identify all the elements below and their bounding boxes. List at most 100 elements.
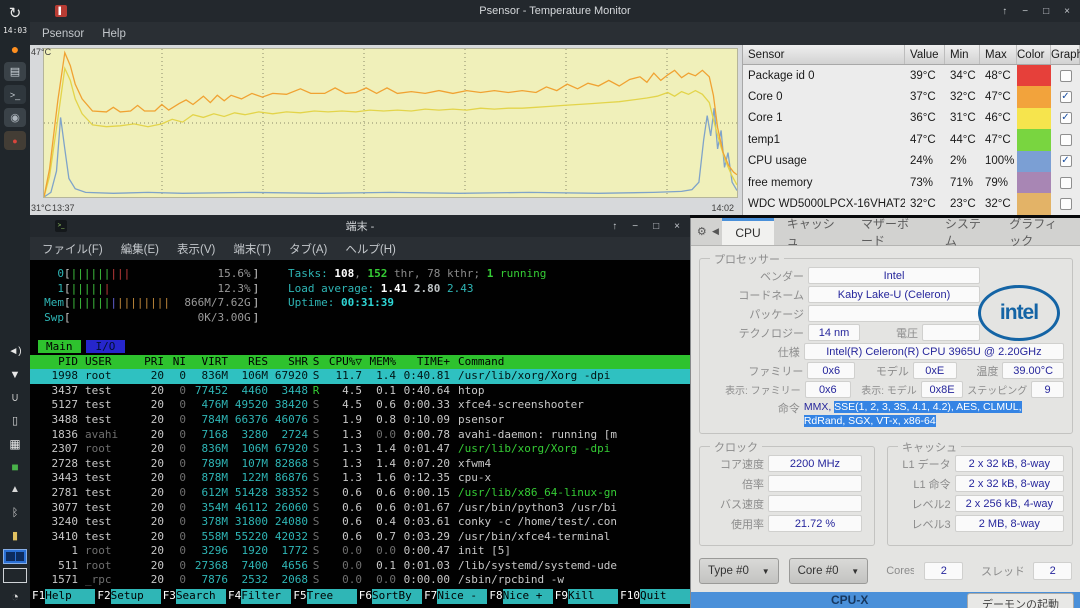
screenshot-icon[interactable]: ◉ [4, 108, 26, 127]
column-header-res[interactable]: RES [228, 355, 268, 370]
column-header-value[interactable]: Value [905, 45, 945, 64]
htop-display[interactable]: 0[|||||||||15.6%]1[||||||12.3%]Mem[|||||… [30, 261, 690, 608]
battery-icon[interactable]: ▮ [4, 526, 26, 545]
column-header-user[interactable]: USER [78, 355, 140, 370]
process-row[interactable]: 1571_rpc200787625322068S0.00.00:00.00/sb… [30, 573, 690, 588]
table-row[interactable]: Core 037°C32°C47°C✓ [743, 86, 1080, 107]
column-header-s[interactable]: S [308, 355, 324, 370]
table-row[interactable]: CPU usage24%2%100%✓ [743, 151, 1080, 172]
fkey-tree[interactable]: F5 [291, 589, 306, 604]
fkey-sortby[interactable]: F6 [357, 589, 372, 604]
table-row[interactable]: WDC WD5000LPCX-16VHAT232°C23°C32°C [743, 193, 1080, 214]
thermometer-icon[interactable]: ▯ [4, 411, 26, 430]
graph-checkbox[interactable]: ✓ [1060, 112, 1072, 124]
tab-main[interactable]: Main [38, 340, 81, 353]
minimize-button[interactable]: − [1022, 6, 1028, 17]
fkey-filter[interactable]: F4 [226, 589, 241, 604]
fkey-search[interactable]: F3 [161, 589, 176, 604]
tab-グラフィック[interactable]: グラフィック [996, 218, 1080, 245]
logout-icon[interactable]: ↻ [4, 3, 26, 22]
process-row[interactable]: 1836avahi200716832802724S1.30.00:00.78av… [30, 428, 690, 443]
process-row[interactable]: 3437test2007745244603448R4.50.10:40.64ht… [30, 384, 690, 399]
core-select[interactable]: Core #0▼ [789, 558, 869, 584]
terminal-launcher-icon[interactable]: >_ [4, 85, 26, 104]
process-row[interactable]: 3443test200878M122M86876S1.31.60:12.35cp… [30, 471, 690, 486]
column-header-command[interactable]: Command [450, 355, 690, 370]
terminal-menu-item-5[interactable]: ヘルプ(H) [345, 241, 395, 257]
graph-checkbox[interactable]: ✓ [1060, 91, 1072, 103]
fkey-label[interactable]: Tree [307, 589, 357, 604]
fkey-label[interactable]: Setup [111, 589, 161, 604]
term-shade-button[interactable]: ↑ [612, 221, 617, 232]
fkey-setup[interactable]: F2 [95, 589, 110, 604]
process-row[interactable]: 5127test200476M4952038420S4.50.60:00.33x… [30, 398, 690, 413]
graph-checkbox[interactable] [1060, 177, 1072, 189]
psensor-titlebar[interactable]: ▌ Psensor - Temperature Monitor ↑ − □ × [30, 0, 1080, 22]
column-header-ni[interactable]: NI [164, 355, 186, 370]
graph-checkbox[interactable] [1060, 134, 1072, 146]
back-icon[interactable]: ◀ [709, 218, 723, 245]
tab-システム[interactable]: システム [932, 218, 996, 245]
keyboard-icon[interactable]: ▦ [4, 434, 26, 453]
graph-checkbox[interactable]: ✓ [1060, 155, 1072, 167]
column-header-graph[interactable]: Graph [1051, 45, 1080, 64]
fkey-label[interactable]: SortBy [372, 589, 422, 604]
process-row[interactable]: 2728test200789M107M82868S1.31.40:07.20xf… [30, 457, 690, 472]
column-header-mem[interactable]: MEM% [362, 355, 396, 370]
process-row[interactable]: 3077test200354M4611226060S0.60.60:01.67/… [30, 501, 690, 516]
gear-icon[interactable]: ⚙ [695, 218, 709, 245]
gauge-icon[interactable]: ◔ [4, 587, 26, 606]
column-header-color[interactable]: Color [1017, 45, 1051, 64]
wifi-icon[interactable]: ▼ [4, 365, 26, 384]
fkey-label[interactable]: Quit [640, 589, 690, 604]
term-maximize-button[interactable]: □ [653, 221, 659, 232]
process-row[interactable]: 1root200329619201772S0.00.00:00.47init [… [30, 544, 690, 559]
terminal-titlebar[interactable]: >_ 端末 - ↑ − □ × [30, 215, 690, 237]
tab-キャッシュ[interactable]: キャッシュ [774, 218, 848, 245]
tab-cpu[interactable]: CPU [722, 218, 773, 245]
column-header-pri[interactable]: PRI [140, 355, 164, 370]
terminal-menu-item-1[interactable]: 編集(E) [121, 241, 159, 257]
table-row[interactable]: Core 136°C31°C46°C✓ [743, 108, 1080, 129]
psensor-launcher-icon[interactable]: ● [4, 131, 26, 150]
column-header-shr[interactable]: SHR [268, 355, 308, 370]
table-row[interactable]: free memory73%71%79% [743, 172, 1080, 193]
fkey-kill[interactable]: F9 [553, 589, 568, 604]
column-header-virt[interactable]: VIRT [186, 355, 228, 370]
graph-checkbox[interactable] [1060, 70, 1072, 82]
process-table-header[interactable]: PIDUSERPRINIVIRTRESSHRSCPU%▽MEM%TIME+Com… [30, 355, 690, 370]
fkey-label[interactable]: Help [45, 589, 95, 604]
workspace-2-indicator[interactable] [3, 568, 27, 583]
type-select[interactable]: Type #0▼ [699, 558, 779, 584]
fkey-help[interactable]: F1 [30, 589, 45, 604]
process-row[interactable]: 511root2002736874004656S0.00.10:01.03/li… [30, 559, 690, 574]
process-row[interactable]: 1998root200836M106M67920S11.71.40:40.81/… [30, 369, 690, 384]
file-manager-icon[interactable]: ▤ [4, 62, 26, 81]
terminal-menu-item-2[interactable]: 表示(V) [177, 241, 215, 257]
fkey-nice[interactable]: F7 [422, 589, 437, 604]
column-header-sensor[interactable]: Sensor [743, 45, 905, 64]
column-header-min[interactable]: Min [945, 45, 980, 64]
terminal-menu-item-3[interactable]: 端末(T) [233, 241, 271, 257]
term-minimize-button[interactable]: − [632, 221, 638, 232]
process-row[interactable]: 2781test200612M5142838352S0.60.60:00.15/… [30, 486, 690, 501]
close-button[interactable]: × [1064, 6, 1070, 17]
fkey-label[interactable]: Nice + [503, 589, 553, 604]
process-row[interactable]: 3410test200558M5522042032S0.60.70:03.29/… [30, 530, 690, 545]
fkey-label[interactable]: Filter [241, 589, 291, 604]
column-header-pid[interactable]: PID [38, 355, 78, 370]
tab-io[interactable]: I/O [86, 340, 126, 353]
process-row[interactable]: 3240test200378M3180024080S0.60.40:03.61c… [30, 515, 690, 530]
column-header-cpu[interactable]: CPU%▽ [324, 355, 362, 370]
term-close-button[interactable]: × [674, 221, 680, 232]
maximize-button[interactable]: □ [1043, 6, 1049, 17]
tab-マザーボード[interactable]: マザーボード [848, 218, 932, 245]
fkey-label[interactable]: Search [176, 589, 226, 604]
start-daemon-button[interactable]: デーモンの起動 [967, 593, 1074, 608]
shade-button[interactable]: ↑ [1002, 6, 1007, 17]
column-header-max[interactable]: Max [980, 45, 1017, 64]
fkey-label[interactable]: Nice - [437, 589, 487, 604]
table-row[interactable]: temp147°C44°C47°C [743, 129, 1080, 150]
terminal-menu-item-0[interactable]: ファイル(F) [42, 241, 103, 257]
eject-icon[interactable]: ▲ [4, 480, 26, 499]
